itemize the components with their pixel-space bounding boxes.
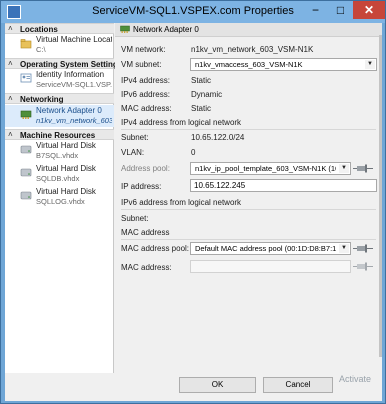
sidebar-item-disk-sqllog[interactable]: Virtual Hard Disk SQLLOG.vhdx <box>5 186 114 208</box>
section-title: Operating System Settings <box>20 60 123 69</box>
ipv4-address-label: IPv4 address: <box>121 76 170 85</box>
disk-icon <box>20 145 32 154</box>
vm-network-label: VM network: <box>121 45 166 54</box>
mac-address-type-value: Static <box>191 104 212 113</box>
section-title: Machine Resources <box>20 131 96 140</box>
vm-subnet-selected-value: n1kv_vmaccess_603_VSM-N1K <box>195 60 303 69</box>
address-pool-select[interactable]: n1kv_ip_pool_template_603_VSM-N1K (10.65… <box>190 162 351 175</box>
ipv6-address-label: IPv6 address: <box>121 90 170 99</box>
panel-title: Network Adapter 0 <box>133 25 199 34</box>
folder-icon <box>20 39 32 49</box>
sidebar-item-subtitle: ServiceVM-SQL1.VSP... <box>36 80 112 89</box>
sidebar-item-network-adapter[interactable]: Network Adapter 0 n1kv_vm_network_603... <box>5 105 114 127</box>
section-title: Locations <box>20 25 58 34</box>
cancel-button[interactable]: Cancel <box>263 377 333 393</box>
sidebar-item-vm-location[interactable]: Virtual Machine Locat... C:\ <box>5 34 114 56</box>
identity-icon <box>20 73 32 83</box>
ok-button[interactable]: OK <box>179 377 256 393</box>
section-title: Networking <box>20 95 64 104</box>
subnet-label: Subnet: <box>121 133 149 142</box>
activation-watermark: Activate <box>339 374 372 384</box>
divider <box>121 129 376 130</box>
mac-address-input[interactable] <box>190 260 351 273</box>
dropdown-arrow-icon[interactable]: ▼ <box>365 60 375 69</box>
divider <box>121 209 376 210</box>
sidebar-item-identity[interactable]: Identity Information ServiceVM-SQL1.VSP.… <box>5 69 114 91</box>
sidebar-item-title: Virtual Hard Disk <box>36 141 96 150</box>
vm-subnet-select[interactable]: n1kv_vmaccess_603_VSM-N1K ▼ <box>190 58 377 71</box>
address-pool-label: Address pool: <box>121 164 170 173</box>
mac-address-type-label: MAC address: <box>121 104 172 113</box>
vlan-value: 0 <box>191 148 196 157</box>
sidebar-item-title: Virtual Hard Disk <box>36 164 96 173</box>
ipv6-address-value: Dynamic <box>191 90 223 99</box>
mac-address-field-label: MAC address: <box>121 263 172 272</box>
sidebar-item-subtitle: B7SQL.vhdx <box>36 151 79 160</box>
mac-pool-select[interactable]: Default MAC address pool (00:1D:D8:B7:1C… <box>190 242 351 255</box>
pin-icon[interactable] <box>353 244 373 253</box>
sidebar-item-disk-b7sql[interactable]: Virtual Hard Disk B7SQL.vhdx <box>5 140 114 162</box>
sidebar-item-subtitle: C:\ <box>36 45 46 54</box>
dialog-client: ˄ Locations Virtual Machine Locat... C:\… <box>5 23 382 401</box>
dialog-footer: OK Cancel Activate <box>5 373 382 401</box>
ip-address-label: IP address: <box>121 182 162 191</box>
section-locations[interactable]: ˄ Locations <box>5 23 114 34</box>
ipv6-section-title: IPv6 address from logical network <box>121 198 242 207</box>
maximize-button[interactable]: □ <box>328 1 353 19</box>
vm-network-value: n1kv_vm_network_603_VSM-N1K <box>191 45 314 54</box>
sidebar-item-disk-sqldb[interactable]: Virtual Hard Disk SQLDB.vhdx <box>5 163 114 185</box>
mac-section-title: MAC address <box>121 228 170 237</box>
network-adapter-icon <box>120 25 130 33</box>
pin-icon[interactable] <box>353 164 373 173</box>
section-os-settings[interactable]: ˄ Operating System Settings <box>5 58 122 69</box>
collapse-chevron-icon[interactable]: ˄ <box>8 94 13 103</box>
sidebar-item-title: Identity Information <box>36 70 105 79</box>
address-pool-selected-value: n1kv_ip_pool_template_603_VSM-N1K (10.65… <box>195 164 336 173</box>
sidebar-item-subtitle: n1kv_vm_network_603... <box>36 116 112 125</box>
section-machine-resources[interactable]: ˄ Machine Resources <box>5 129 114 140</box>
disk-icon <box>20 191 32 200</box>
ipv6-subnet-label: Subnet: <box>121 214 149 223</box>
network-adapter-icon <box>20 110 32 119</box>
sidebar-item-title: Virtual Hard Disk <box>36 187 96 196</box>
ipv4-address-value: Static <box>191 76 212 85</box>
ip-address-input[interactable]: 10.65.122.245 <box>190 179 377 192</box>
dropdown-arrow-icon[interactable]: ▼ <box>339 244 349 253</box>
title-bar[interactable]: ServiceVM-SQL1.VSPEX.com Properties − □ … <box>1 1 385 23</box>
ip-address-value: 10.65.122.245 <box>194 181 246 190</box>
pin-icon[interactable] <box>353 262 373 271</box>
disk-icon <box>20 168 32 177</box>
mac-pool-selected-value: Default MAC address pool (00:1D:D8:B7:1C… <box>195 244 336 253</box>
minimize-button[interactable]: − <box>303 1 328 19</box>
vm-subnet-label: VM subnet: <box>121 60 162 69</box>
collapse-chevron-icon[interactable]: ˄ <box>8 24 13 33</box>
properties-window: ServiceVM-SQL1.VSPEX.com Properties − □ … <box>0 0 386 404</box>
close-button[interactable]: ✕ <box>353 1 385 19</box>
section-networking[interactable]: ˄ Networking <box>5 93 114 104</box>
ipv4-section-title: IPv4 address from logical network <box>121 118 242 127</box>
vlan-label: VLAN: <box>121 148 145 157</box>
divider <box>121 239 376 240</box>
sidebar-item-subtitle: SQLLOG.vhdx <box>36 197 85 206</box>
sidebar: ˄ Locations Virtual Machine Locat... C:\… <box>5 23 122 373</box>
scrollbar[interactable] <box>379 35 382 357</box>
sidebar-item-subtitle: SQLDB.vhdx <box>36 174 80 183</box>
panel-header: Network Adapter 0 <box>115 23 382 37</box>
sidebar-item-title: Virtual Machine Locat... <box>36 35 112 44</box>
sidebar-item-title: Network Adapter 0 <box>36 106 102 115</box>
collapse-chevron-icon[interactable]: ˄ <box>8 130 13 139</box>
mac-pool-label: MAC address pool: <box>121 244 190 253</box>
collapse-chevron-icon[interactable]: ˄ <box>8 59 13 68</box>
dropdown-arrow-icon[interactable]: ▼ <box>339 164 349 173</box>
network-adapter-panel: Network Adapter 0 VM network: n1kv_vm_ne… <box>115 23 382 373</box>
subnet-value: 10.65.122.0/24 <box>191 133 245 142</box>
